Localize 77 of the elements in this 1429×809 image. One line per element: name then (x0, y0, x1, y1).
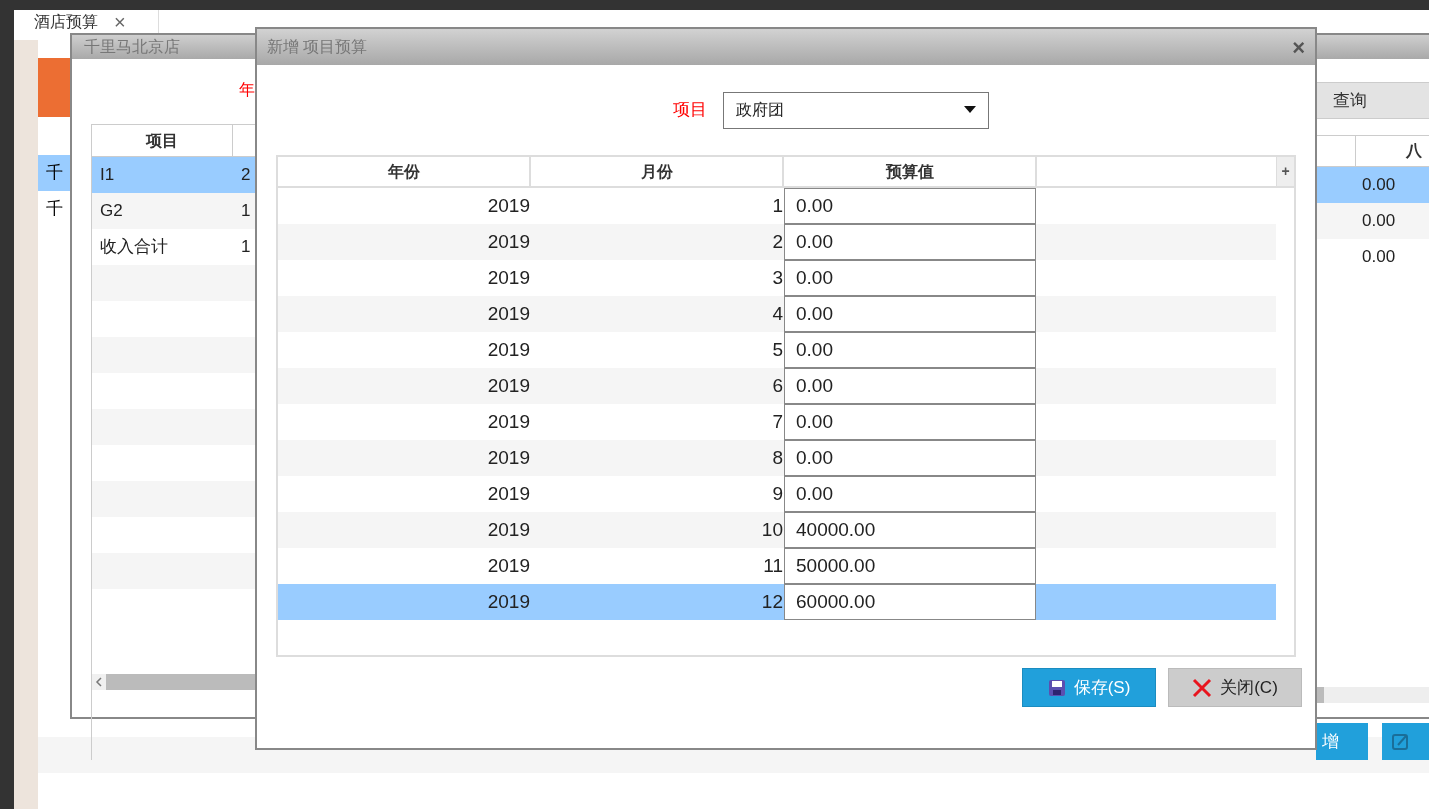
table-cell-text: 2019 (486, 301, 531, 326)
table-cell-text: 2019 (486, 553, 531, 578)
edit-button[interactable] (1382, 723, 1429, 760)
table-cell-text: 2019 (486, 337, 531, 362)
budget-input[interactable]: 0.00 (784, 260, 1036, 296)
table-cell-text: 10 (760, 517, 784, 542)
budget-input[interactable]: 0.00 (784, 368, 1036, 404)
table-row[interactable]: 2019 6 0.00 (278, 368, 1276, 404)
table-row[interactable]: 2019 2 0.00 (278, 224, 1276, 260)
table-row[interactable]: 2019 10 40000.00 (278, 512, 1276, 548)
table-cell-text: 2019 (486, 517, 531, 542)
table-cell-text: 收入合计 (99, 236, 169, 259)
budget-input[interactable]: 40000.00 (784, 512, 1036, 548)
table-cell-text: 4 (771, 301, 784, 326)
table-cell-text: 12 (760, 589, 784, 614)
horizontal-scrollbar[interactable] (1316, 687, 1429, 703)
table-row[interactable]: G2 1 (92, 193, 255, 229)
budget-input[interactable]: 0.00 (784, 440, 1036, 476)
project-label: 项目 (673, 99, 707, 122)
column-header: 月份 (531, 157, 784, 186)
project-dropdown[interactable]: 政府团 (723, 91, 989, 129)
table-cell-text: 5 (771, 337, 784, 362)
query-button[interactable]: 查询 (1316, 82, 1429, 119)
table-cell-text: 11 (762, 553, 784, 578)
table-cell-text: 2019 (486, 265, 531, 290)
caret-down-icon (964, 106, 976, 114)
close-button[interactable]: 关闭(C) (1168, 668, 1302, 707)
add-column-button[interactable]: + (1276, 157, 1294, 186)
table-cell-text: 2019 (486, 193, 531, 218)
table-cell-text: 2019 (486, 589, 531, 614)
table-cell-text: 2 (771, 229, 784, 254)
table-cell-text: 2019 (486, 445, 531, 470)
list-row[interactable]: 千 (38, 155, 70, 191)
column-header: 项目 (92, 125, 233, 156)
table-row[interactable]: 2019 8 0.00 (278, 440, 1276, 476)
table-cell-text: 0.00 (1362, 246, 1396, 269)
table-cell-text: 6 (771, 373, 784, 398)
table-cell-text: 1 (771, 193, 784, 218)
table-cell-text: 2019 (486, 481, 531, 506)
horizontal-scrollbar[interactable] (92, 674, 255, 690)
table-cell-text: 7 (771, 409, 784, 434)
dialog-close-button[interactable]: × (1292, 30, 1305, 64)
table-cell-text: I1 (99, 164, 116, 187)
table-cell-text: 2 (240, 164, 251, 187)
table-row[interactable]: 0.00 (1316, 203, 1429, 239)
window-title: 千里马北京店 (84, 37, 180, 57)
table-cell-text: 1 (240, 236, 251, 259)
table-cell-text: 2019 (486, 229, 531, 254)
budget-input[interactable]: 0.00 (784, 404, 1036, 440)
table-row[interactable]: 2019 4 0.00 (278, 296, 1276, 332)
dialog-title: 新增 项目预算 (267, 37, 368, 57)
budget-input[interactable]: 0.00 (784, 296, 1036, 332)
column-header: 八 (1405, 141, 1422, 161)
table-cell-text: 3 (771, 265, 784, 290)
budget-input[interactable]: 0.00 (784, 224, 1036, 260)
table-row[interactable]: 0.00 (1316, 167, 1429, 203)
chevron-left-icon[interactable] (92, 674, 106, 690)
budget-input[interactable]: 60000.00 (784, 584, 1036, 620)
budget-input[interactable]: 0.00 (784, 188, 1036, 224)
table-row[interactable]: 2019 12 60000.00 (278, 584, 1276, 620)
table-cell-text: 2019 (486, 373, 531, 398)
close-icon (1192, 677, 1213, 698)
budget-input[interactable]: 0.00 (784, 476, 1036, 512)
table-cell-text: 1 (240, 200, 251, 223)
year-label: 年 (239, 80, 255, 100)
budget-input[interactable]: 50000.00 (784, 548, 1036, 584)
table-cell-text: 2019 (486, 409, 531, 434)
table-cell-text: 9 (771, 481, 784, 506)
table-cell-text: 8 (771, 445, 784, 470)
table-row[interactable]: I1 2 (92, 157, 255, 193)
table-cell-text: G2 (99, 200, 124, 223)
pencil-icon (1392, 732, 1410, 751)
column-header: 年份 (278, 157, 531, 186)
budget-input[interactable]: 0.00 (784, 332, 1036, 368)
table-cell-text: 0.00 (1362, 210, 1396, 233)
column-header: 预算值 (784, 157, 1037, 186)
table-cell-text: 0.00 (1362, 174, 1396, 197)
